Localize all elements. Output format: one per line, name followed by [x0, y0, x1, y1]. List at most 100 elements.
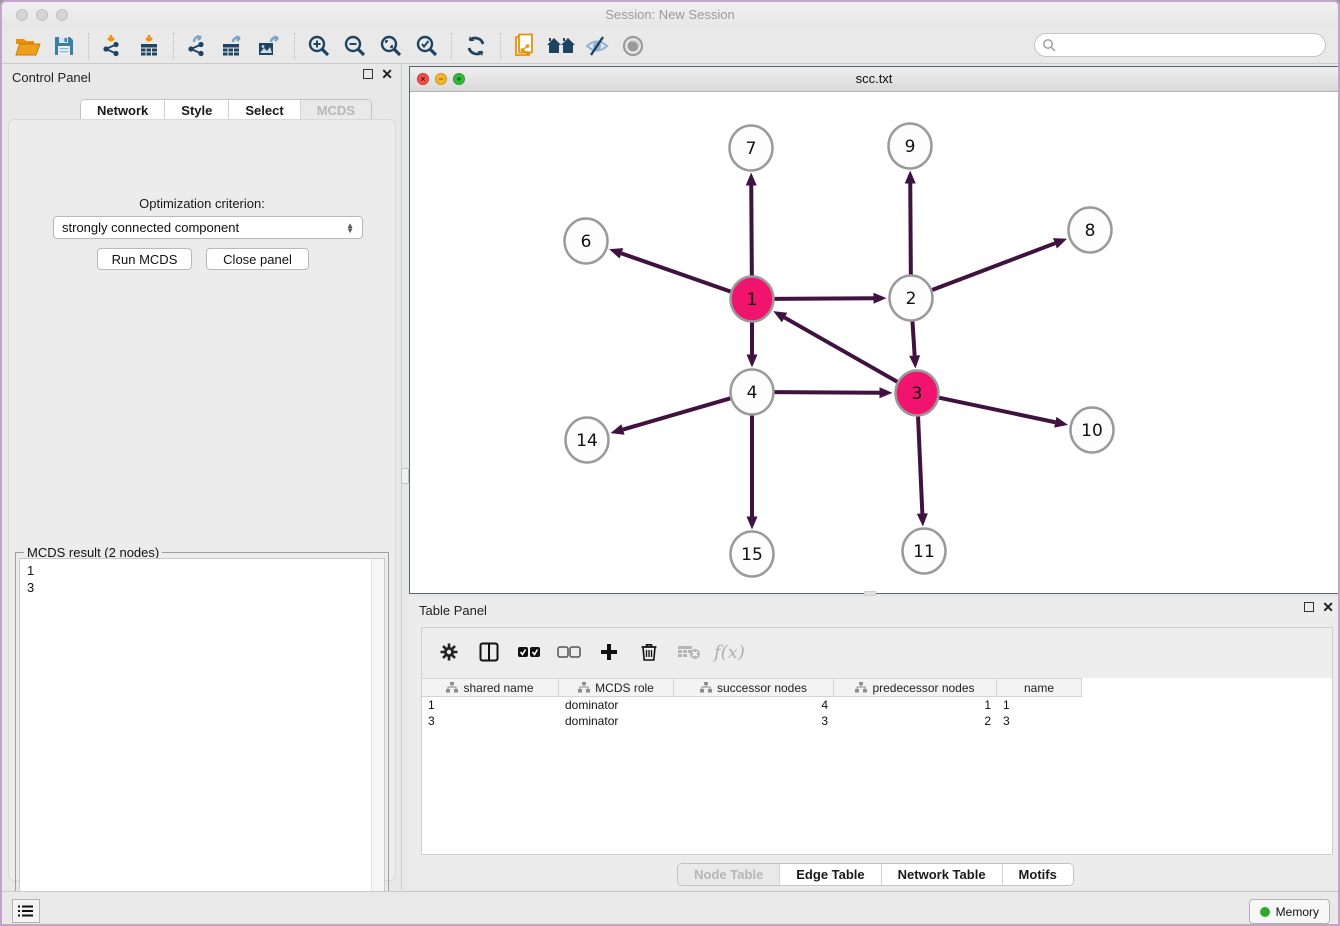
graph-edge-3-1[interactable]: [785, 318, 898, 382]
table-panel: Table Panel ✕: [409, 597, 1340, 889]
mcds-result-groupbox: MCDS result (2 nodes) 13: [15, 552, 389, 926]
table-cell[interactable]: 4: [674, 697, 834, 713]
open-file-icon[interactable]: [10, 30, 46, 62]
table-cell[interactable]: 3: [997, 713, 1082, 729]
horizontal-splitter-handle[interactable]: [864, 591, 876, 596]
tab-node-table[interactable]: Node Table: [678, 864, 780, 885]
delete-column-icon[interactable]: [634, 637, 664, 667]
graph-node-6[interactable]: 6: [565, 219, 608, 264]
tab-style[interactable]: Style: [165, 100, 229, 121]
result-item[interactable]: 1: [27, 562, 384, 579]
table-cell[interactable]: 2: [834, 713, 997, 729]
graph-node-1[interactable]: 1: [731, 277, 774, 322]
graph-node-8[interactable]: 8: [1069, 208, 1112, 253]
memory-button[interactable]: Memory: [1249, 899, 1330, 924]
tab-motifs[interactable]: Motifs: [1003, 864, 1073, 885]
graph-node-10[interactable]: 10: [1071, 408, 1114, 453]
zoom-out-icon[interactable]: [337, 30, 373, 62]
graph-node-4[interactable]: 4: [731, 370, 774, 415]
float-table-panel-icon[interactable]: [1304, 602, 1314, 612]
graph-edge-1-6[interactable]: [621, 253, 730, 291]
edge-arrowhead-icon: [609, 248, 623, 258]
edge-arrowhead-icon: [1053, 238, 1067, 248]
network-canvas[interactable]: 7 9 6 8 1 2 4 3 14 10 15 11: [410, 92, 1338, 593]
svg-text:7: 7: [746, 139, 757, 159]
optimization-criterion-select[interactable]: strongly connected component ▲▼: [53, 216, 363, 239]
graph-edge-3-11[interactable]: [918, 415, 922, 513]
result-scrollbar[interactable]: [371, 559, 384, 925]
home-icon[interactable]: [543, 30, 579, 62]
graph-node-15[interactable]: 15: [731, 532, 774, 577]
graph-edge-2-8[interactable]: [932, 243, 1055, 290]
graph-edge-1-7[interactable]: [751, 185, 752, 276]
export-network-icon[interactable]: [180, 30, 216, 62]
graph-edge-2-3[interactable]: [912, 320, 914, 355]
settings-gear-icon[interactable]: [434, 637, 464, 667]
mcds-result-list[interactable]: 13: [19, 558, 385, 926]
export-table-icon[interactable]: [216, 30, 252, 62]
save-session-icon[interactable]: [46, 30, 82, 62]
svg-text:2: 2: [906, 289, 917, 309]
search-field[interactable]: [1034, 33, 1326, 57]
graph-node-7[interactable]: 7: [730, 126, 773, 171]
graph-edge-3-10[interactable]: [939, 398, 1055, 423]
graph-edge-4-14[interactable]: [623, 398, 730, 429]
tab-edge-table[interactable]: Edge Table: [780, 864, 881, 885]
tab-network[interactable]: Network: [81, 100, 165, 121]
import-table-icon[interactable]: [131, 30, 167, 62]
delete-table-icon[interactable]: [674, 637, 704, 667]
import-network-icon[interactable]: [95, 30, 131, 62]
tab-network-table[interactable]: Network Table: [882, 864, 1003, 885]
task-history-button[interactable]: [12, 899, 40, 923]
table-cell[interactable]: 3: [422, 713, 559, 729]
graph-node-9[interactable]: 9: [889, 124, 932, 169]
deselect-all-icon[interactable]: [554, 637, 584, 667]
network-window-titlebar[interactable]: × − + scc.txt: [410, 67, 1338, 92]
table-cell[interactable]: 1: [834, 697, 997, 713]
table-cell[interactable]: 1: [997, 697, 1082, 713]
function-builder-icon[interactable]: f(x): [714, 642, 745, 663]
search-input[interactable]: [1057, 35, 1325, 55]
graph-edge-1-2[interactable]: [774, 298, 873, 299]
float-panel-icon[interactable]: [363, 69, 373, 79]
export-image-icon[interactable]: [252, 30, 288, 62]
table-cell[interactable]: dominator: [559, 697, 674, 713]
select-all-icon[interactable]: [514, 637, 544, 667]
close-panel-icon[interactable]: ✕: [381, 69, 393, 79]
column-header-predecessor-nodes[interactable]: predecessor nodes: [834, 679, 997, 696]
column-header-shared-name[interactable]: shared name: [422, 679, 559, 696]
split-panel-icon[interactable]: [474, 637, 504, 667]
hide-selected-icon[interactable]: [579, 30, 615, 62]
tab-select[interactable]: Select: [229, 100, 300, 121]
table-row[interactable]: 1dominator411: [422, 697, 1082, 713]
new-network-icon[interactable]: [507, 30, 543, 62]
column-header-MCDS-role[interactable]: MCDS role: [559, 679, 674, 696]
show-all-icon[interactable]: [615, 30, 651, 62]
search-icon: [1042, 38, 1057, 53]
graph-node-2[interactable]: 2: [890, 276, 933, 321]
graph-node-3[interactable]: 3: [896, 371, 939, 416]
run-mcds-button[interactable]: Run MCDS: [97, 248, 192, 270]
graph-edge-4-3[interactable]: [774, 392, 879, 393]
table-cell[interactable]: 3: [674, 713, 834, 729]
zoom-selected-icon[interactable]: [409, 30, 445, 62]
toolbar-separator: [294, 33, 295, 59]
table-row[interactable]: 3dominator323: [422, 713, 1082, 729]
graph-edge-2-9[interactable]: [910, 183, 911, 275]
zoom-fit-icon[interactable]: [373, 30, 409, 62]
add-column-icon[interactable]: [594, 637, 624, 667]
memory-label: Memory: [1276, 905, 1319, 919]
tab-mcds[interactable]: MCDS: [301, 100, 371, 121]
graph-node-14[interactable]: 14: [566, 418, 609, 463]
vertical-splitter-handle[interactable]: [401, 468, 409, 484]
table-cell[interactable]: dominator: [559, 713, 674, 729]
zoom-in-icon[interactable]: [301, 30, 337, 62]
graph-node-11[interactable]: 11: [903, 529, 946, 574]
table-cell[interactable]: 1: [422, 697, 559, 713]
column-header-successor-nodes[interactable]: successor nodes: [674, 679, 834, 696]
refresh-icon[interactable]: [458, 30, 494, 62]
close-table-panel-icon[interactable]: ✕: [1322, 602, 1334, 612]
result-item[interactable]: 3: [27, 579, 384, 596]
column-header-name[interactable]: name: [997, 679, 1082, 696]
close-panel-button[interactable]: Close panel: [206, 248, 309, 270]
